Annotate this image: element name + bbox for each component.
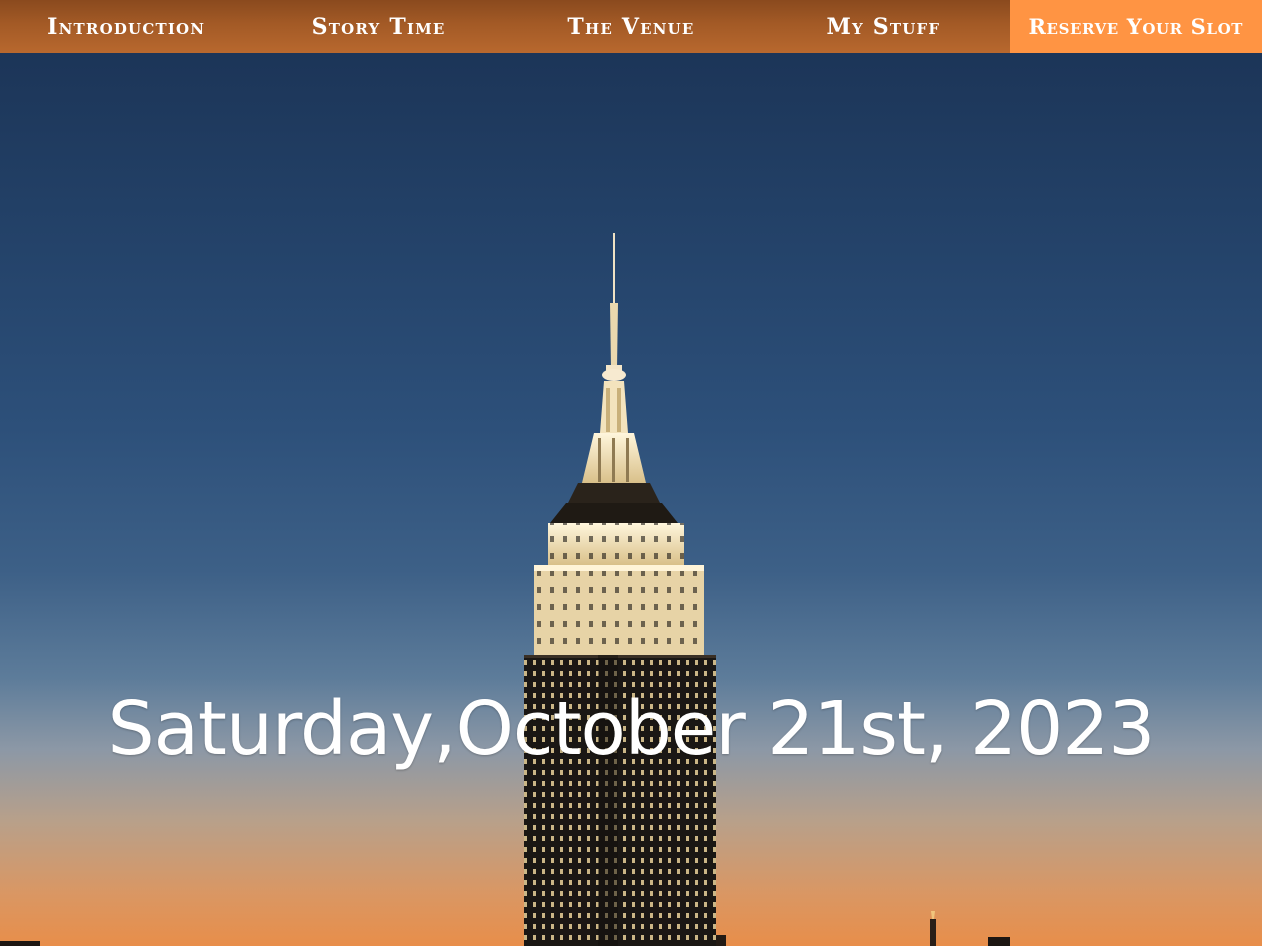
crown	[534, 483, 704, 655]
nav-introduction[interactable]: Introduction	[0, 0, 252, 53]
event-date: Saturday,October 21st, 2023	[107, 686, 1156, 772]
top-navigation: Introduction Story Time The Venue My Stu…	[0, 0, 1262, 53]
hero-section: Saturday,October 21st, 2023	[0, 53, 1262, 946]
distant-skyline	[0, 911, 1010, 946]
nav-my-stuff[interactable]: My Stuff	[757, 0, 1009, 53]
reserve-your-slot-button[interactable]: Reserve Your Slot	[1009, 0, 1262, 53]
empire-state-building-image	[0, 233, 1010, 946]
mast	[582, 381, 646, 483]
nav-story-time[interactable]: Story Time	[252, 0, 504, 53]
nav-the-venue[interactable]: The Venue	[505, 0, 757, 53]
spire	[602, 233, 626, 381]
